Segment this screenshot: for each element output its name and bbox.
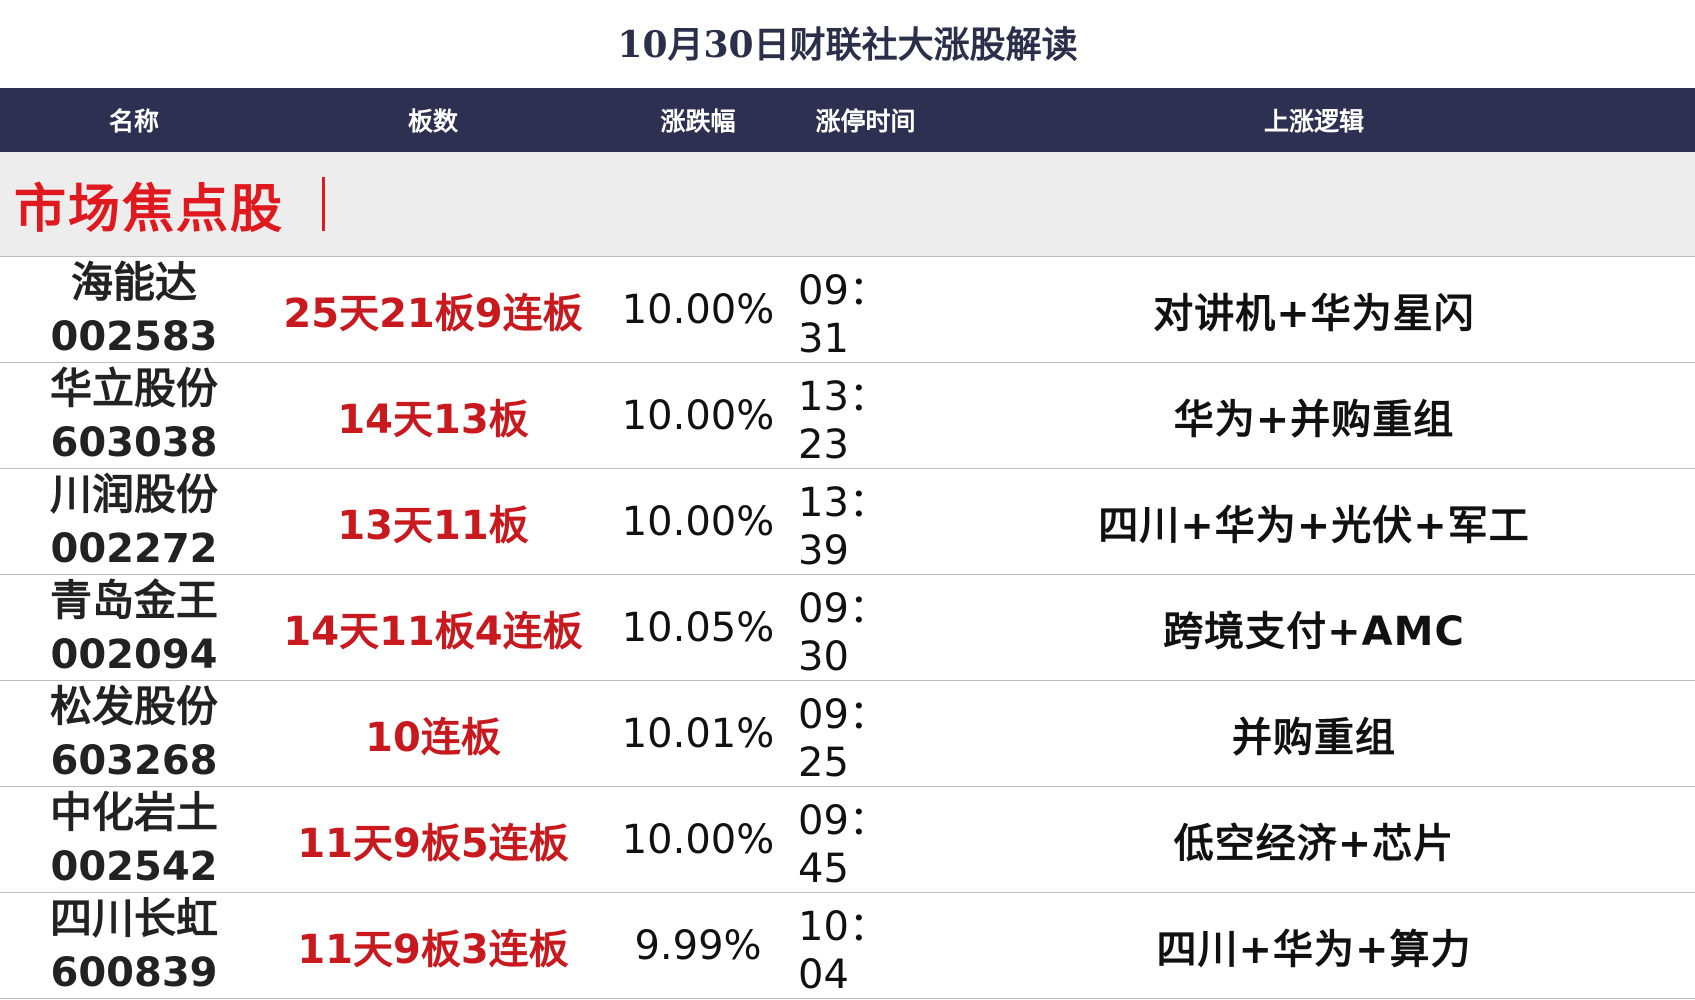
table-row: 海能达 002583 25天21板9连板 10.00% 09：31 对讲机+华为… [0,257,1695,363]
table-row: 中化岩土 002542 11天9板5连板 10.00% 09：45 低空经济+芯… [0,787,1695,893]
table-row: 四川长虹 600839 11天9板3连板 9.99% 10：04 四川+华为+算… [0,893,1695,999]
stock-name-cell: 华立股份 603038 [0,362,268,470]
table-row: 松发股份 603268 10连板 10.01% 09：25 并购重组 [0,681,1695,787]
board-count: 25天21板9连板 [283,290,583,337]
rise-logic: 四川+华为+光伏+军工 [1098,502,1530,549]
stock-name: 松发股份 [49,681,218,731]
header-change: 涨跌幅 [660,107,736,136]
stock-code: 603268 [50,737,218,784]
stock-name: 四川长虹 [49,893,218,943]
header-time: 涨停时间 [815,107,916,136]
limit-up-time: 09：31 [798,267,889,362]
section-header: 市场焦点股 [0,152,1695,257]
board-count: 11天9板3连板 [297,926,569,973]
stock-code: 002542 [50,843,218,890]
table-header: 名称 板数 涨跌幅 涨停时间 上涨逻辑 [0,88,1695,152]
stock-name-cell: 松发股份 603268 [0,680,268,788]
stock-name: 中化岩土 [49,787,218,837]
stock-code: 002272 [50,525,218,572]
change-percent: 10.00% [621,498,775,545]
board-count: 14天13板 [337,396,529,443]
limit-up-time: 13：23 [798,373,889,468]
stock-name: 华立股份 [49,363,218,413]
page-title: 10月30日财联社大涨股解读 [617,24,1078,66]
stock-name-cell: 海能达 002583 [0,256,268,364]
stock-name-cell: 青岛金王 002094 [0,574,268,682]
header-name: 名称 [108,107,159,136]
change-percent: 10.00% [621,286,775,333]
limit-up-time: 09：25 [798,691,889,786]
stock-name-cell: 中化岩土 002542 [0,786,268,894]
header-board: 板数 [407,107,458,136]
section-divider [322,177,326,231]
table-row: 青岛金王 002094 14天11板4连板 10.05% 09：30 跨境支付+… [0,575,1695,681]
table-row: 川润股份 002272 13天11板 10.00% 13：39 四川+华为+光伏… [0,469,1695,575]
board-count: 10连板 [365,714,501,761]
stock-table: 海能达 002583 25天21板9连板 10.00% 09：31 对讲机+华为… [0,257,1695,999]
change-percent: 9.99% [634,922,762,969]
change-percent: 10.00% [621,392,775,439]
stock-name: 海能达 [70,257,197,307]
limit-up-time: 13：39 [798,479,889,574]
rise-logic: 低空经济+芯片 [1173,820,1455,867]
change-percent: 10.05% [621,604,775,651]
rise-logic: 并购重组 [1232,714,1396,761]
stock-name-cell: 四川长虹 600839 [0,892,268,1000]
board-count: 11天9板5连板 [297,820,569,867]
board-count: 14天11板4连板 [283,608,583,655]
limit-up-time: 09：45 [798,797,889,892]
stock-name: 川润股份 [49,469,218,519]
stock-name: 青岛金王 [49,575,218,625]
board-count: 13天11板 [337,502,529,549]
change-percent: 10.01% [621,710,775,757]
stock-code: 002094 [50,631,218,678]
limit-up-time: 09：30 [798,585,889,680]
stock-code: 600839 [50,949,218,996]
table-row: 华立股份 603038 14天13板 10.00% 13：23 华为+并购重组 [0,363,1695,469]
stock-code: 603038 [50,419,218,466]
rise-logic: 跨境支付+AMC [1163,608,1465,655]
rise-logic: 对讲机+华为星闪 [1153,290,1475,337]
rise-logic: 华为+并购重组 [1173,396,1455,443]
limit-up-time: 10：04 [798,903,889,998]
section-title: 市场焦点股 [14,178,285,240]
change-percent: 10.00% [621,816,775,863]
stock-code: 002583 [50,313,218,360]
header-logic: 上涨逻辑 [1263,107,1364,136]
stock-name-cell: 川润股份 002272 [0,468,268,576]
rise-logic: 四川+华为+算力 [1156,926,1472,973]
